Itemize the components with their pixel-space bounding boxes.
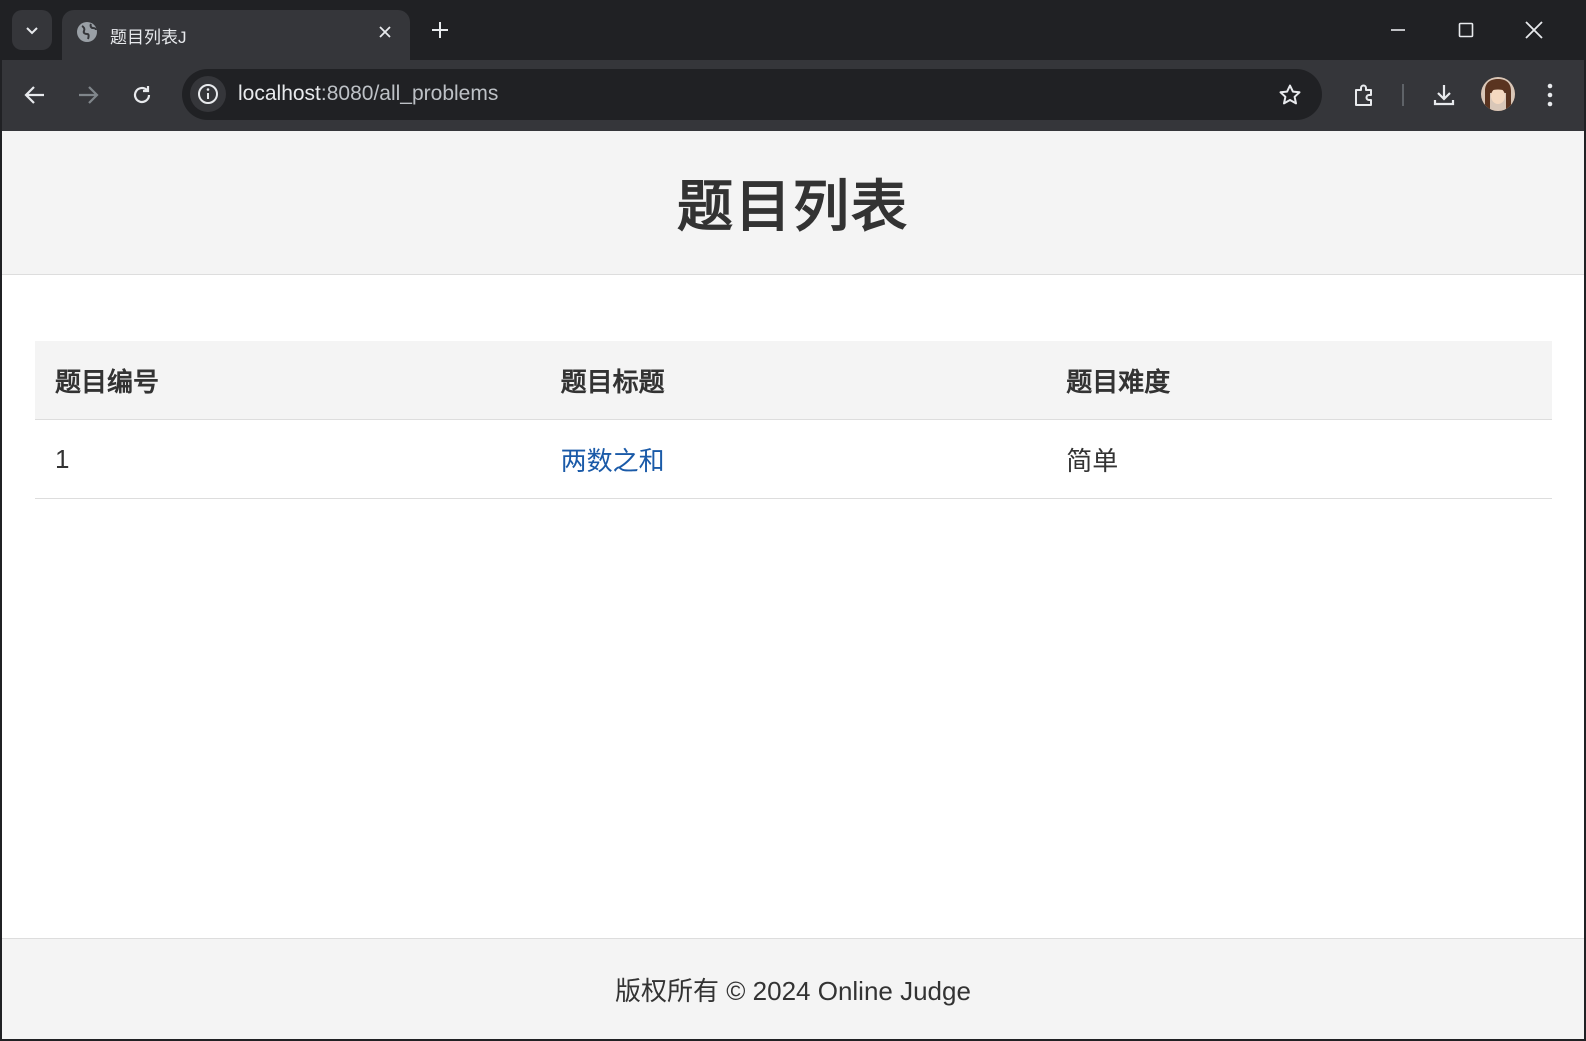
tab-strip: 题目列表J bbox=[0, 0, 1586, 60]
download-icon bbox=[1433, 85, 1455, 106]
extensions-button[interactable] bbox=[1345, 75, 1385, 115]
page-header: 题目列表 bbox=[2, 131, 1584, 275]
kebab-menu-icon bbox=[1547, 83, 1553, 107]
downloads-button[interactable] bbox=[1424, 75, 1464, 115]
page-content: 题目列表 题目编号 题目标题 题目难度 1 两数之和 简单 版权所有 © 202… bbox=[2, 131, 1584, 1039]
browser-toolbar: localhost:8080/all_problems bbox=[0, 60, 1586, 131]
problem-title-link[interactable]: 两数之和 bbox=[561, 446, 665, 476]
info-icon bbox=[198, 84, 218, 104]
bookmark-button[interactable] bbox=[1276, 81, 1304, 109]
site-info-button[interactable] bbox=[190, 76, 226, 112]
reload-icon bbox=[133, 86, 151, 104]
url-path: :8080/all_problems bbox=[320, 82, 499, 105]
table-row: 1 两数之和 简单 bbox=[35, 420, 1552, 499]
globe-icon bbox=[77, 22, 97, 42]
tab-search-button[interactable] bbox=[12, 10, 52, 50]
header-problem-title: 题目标题 bbox=[560, 366, 665, 397]
avatar[interactable] bbox=[1481, 77, 1515, 111]
address-bar[interactable]: localhost:8080/all_problems bbox=[182, 69, 1322, 120]
problem-difficulty: 简单 bbox=[1066, 445, 1119, 476]
table-header-row: 题目编号 题目标题 题目难度 bbox=[35, 341, 1552, 420]
back-button[interactable] bbox=[15, 75, 55, 115]
tab-close-button[interactable] bbox=[372, 19, 398, 45]
profile-avatar-image bbox=[1481, 77, 1515, 111]
arrow-right-icon bbox=[79, 86, 99, 104]
close-window-button[interactable] bbox=[1514, 10, 1554, 50]
url-text[interactable]: localhost:8080/all_problems bbox=[238, 82, 498, 106]
maximize-button[interactable] bbox=[1446, 10, 1486, 50]
close-icon bbox=[379, 26, 391, 38]
problem-title-cell: 两数之和 bbox=[541, 441, 1047, 478]
active-tab[interactable]: 题目列表J bbox=[62, 10, 410, 60]
page-title: 题目列表 bbox=[677, 175, 909, 238]
toolbar-separator bbox=[1402, 84, 1404, 106]
maximize-icon bbox=[1458, 22, 1474, 38]
url-host: localhost bbox=[238, 82, 321, 105]
tab-title: 题目列表J bbox=[110, 28, 187, 47]
arrow-left-icon bbox=[24, 86, 44, 104]
star-icon bbox=[1279, 84, 1301, 105]
puzzle-icon bbox=[1355, 84, 1372, 106]
copyright-text: 版权所有 © 2024 Online Judge bbox=[615, 975, 971, 1006]
minimize-button[interactable] bbox=[1378, 10, 1418, 50]
header-problem-id: 题目编号 bbox=[55, 366, 160, 397]
browser-menu-button[interactable] bbox=[1530, 75, 1570, 115]
minimize-icon bbox=[1391, 29, 1405, 31]
reload-button[interactable] bbox=[122, 75, 162, 115]
header-problem-difficulty: 题目难度 bbox=[1066, 366, 1171, 397]
page-footer: 版权所有 © 2024 Online Judge bbox=[2, 938, 1584, 1039]
plus-icon bbox=[432, 22, 448, 38]
browser-chrome: 题目列表J localhost:8080/all_problems bbox=[0, 0, 1586, 131]
forward-button[interactable] bbox=[68, 75, 108, 115]
close-icon bbox=[1525, 21, 1543, 39]
problems-table: 题目编号 题目标题 题目难度 1 两数之和 简单 bbox=[35, 341, 1552, 499]
problem-id: 1 bbox=[55, 443, 70, 474]
new-tab-button[interactable] bbox=[425, 15, 455, 45]
chevron-down-icon bbox=[26, 27, 38, 35]
